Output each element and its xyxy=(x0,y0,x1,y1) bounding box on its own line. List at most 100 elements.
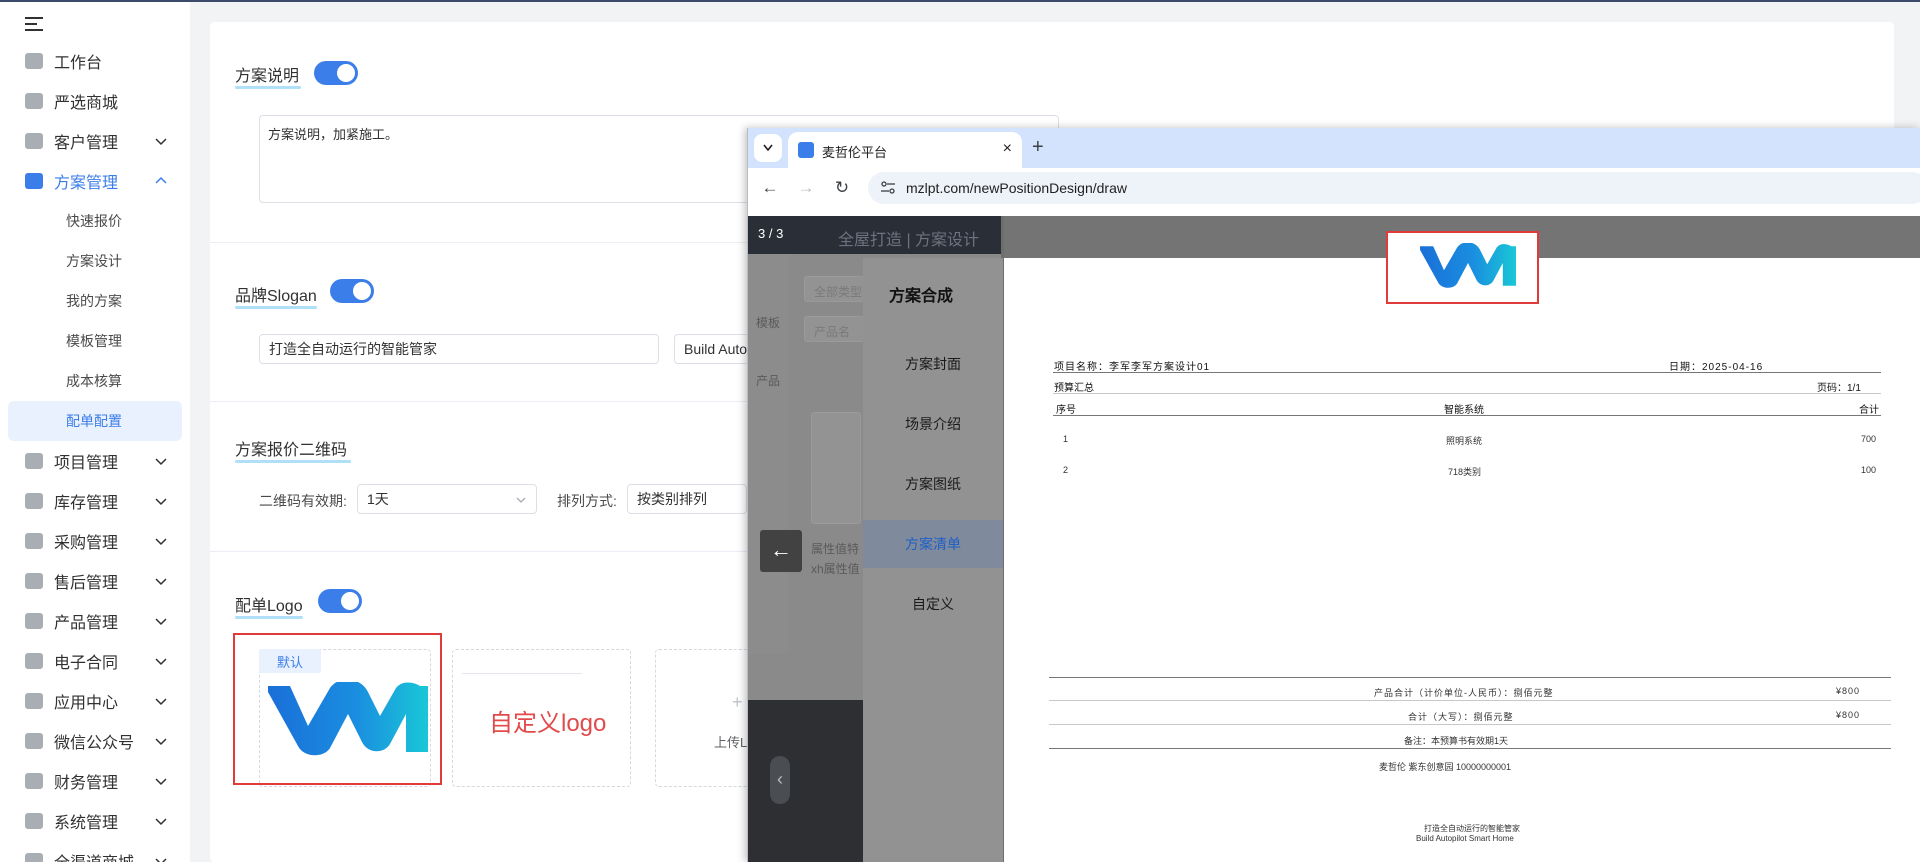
panel-item-list[interactable]: 方案清单 xyxy=(863,520,1003,568)
footer-slogan-en: Build Autopilot Smart Home xyxy=(1416,834,1514,843)
tab-strip: 麦哲伦平台 × + xyxy=(748,128,1920,168)
sidebar-item-mall[interactable]: 严选商城 xyxy=(8,81,182,121)
document-date: 日期：2025-04-16 xyxy=(1669,362,1764,373)
reload-icon[interactable]: ↻ xyxy=(832,178,852,198)
nav-template-label[interactable]: 模板 xyxy=(756,314,780,331)
sidebar-item-label: 电子合同 xyxy=(54,655,119,672)
sidebar-item-label: 售后管理 xyxy=(54,575,119,592)
sidebar-item-workbench[interactable]: 工作台 xyxy=(8,41,182,81)
user-icon xyxy=(25,733,43,749)
brand-logo-icon xyxy=(1420,243,1516,288)
qr-validity-select[interactable]: 1天 xyxy=(357,484,537,514)
slogan-toggle[interactable] xyxy=(330,279,374,303)
ghost-type-text: 全部类型 xyxy=(814,285,863,299)
sidebar-item-label: 微信公众号 xyxy=(54,735,135,752)
sidebar-subitem-order-config[interactable]: 配单配置 xyxy=(8,401,182,441)
chevron-down-icon xyxy=(155,578,167,586)
sidebar-item-contracts[interactable]: 电子合同 xyxy=(8,641,182,681)
card-divider xyxy=(462,673,582,674)
mall-icon xyxy=(25,93,43,109)
document-logo-highlight xyxy=(1386,231,1539,304)
close-icon[interactable]: × xyxy=(1003,140,1012,158)
inventory-icon xyxy=(25,493,43,509)
qr-validity-label: 二维码有效期: xyxy=(259,493,347,509)
sidebar-item-after-sales[interactable]: 售后管理 xyxy=(8,561,182,601)
arrow-left-icon[interactable]: ← xyxy=(760,530,802,572)
section-title-plan-desc: 方案说明 xyxy=(235,62,301,89)
chevron-up-icon xyxy=(155,176,167,184)
sidebar-subitem-my-plans[interactable]: 我的方案 xyxy=(8,281,182,321)
tab-search-button[interactable] xyxy=(754,134,782,162)
row-system: 照明系统 xyxy=(1446,436,1483,446)
page-count: 3 / 3 xyxy=(758,226,784,241)
panel-item-scenes[interactable]: 场景介绍 xyxy=(863,400,1003,448)
sidebar-subitem-cost[interactable]: 成本核算 xyxy=(8,361,182,401)
product-icon xyxy=(25,613,43,629)
col-system: 智能系统 xyxy=(1444,405,1484,416)
sidebar-item-finance[interactable]: 财务管理 xyxy=(8,761,182,801)
product-total-value: ¥800 xyxy=(1836,686,1861,696)
upload-logo-card[interactable] xyxy=(655,649,755,787)
back-icon[interactable]: ← xyxy=(760,178,780,198)
sidebar-item-inventory[interactable]: 库存管理 xyxy=(8,481,182,521)
sidebar-item-label: 工作台 xyxy=(54,55,103,72)
sidebar-item-customers[interactable]: 客户管理 xyxy=(8,121,182,161)
upload-text: 上传L xyxy=(714,735,748,750)
logo-toggle[interactable] xyxy=(318,589,362,613)
section-title-slogan: 品牌Slogan xyxy=(235,282,317,309)
sidebar-item-projects[interactable]: 项目管理 xyxy=(8,441,182,481)
sidebar-subitem-label: 模板管理 xyxy=(66,333,122,349)
panel-item-custom[interactable]: 自定义 xyxy=(863,580,1003,628)
site-info-icon xyxy=(881,181,895,194)
contact: 麦哲伦 紫东创意园 10000000001 xyxy=(1379,762,1512,772)
sidebar-item-omnichannel[interactable]: 全渠道商城 xyxy=(8,841,182,862)
row-no: 1 xyxy=(1063,434,1069,444)
doc-rule xyxy=(1049,748,1891,749)
chevron-down-icon xyxy=(155,498,167,506)
sidebar-subitem-plan-design[interactable]: 方案设计 xyxy=(8,241,182,281)
sidebar-item-wechat[interactable]: 微信公众号 xyxy=(8,721,182,761)
plus-icon: + xyxy=(732,692,743,712)
sidebar-subitem-quick-quote[interactable]: 快速报价 xyxy=(8,201,182,241)
slogan-input[interactable]: 打造全自动运行的智能管家 xyxy=(259,334,659,364)
chevron-left-icon[interactable]: ‹ xyxy=(770,756,790,804)
browser-tab[interactable]: 麦哲伦平台 × xyxy=(788,132,1022,168)
menu-collapse-icon[interactable] xyxy=(25,16,45,32)
section-title-text: 品牌Slogan xyxy=(235,288,317,305)
doc-rule xyxy=(1049,700,1891,701)
sidebar-item-plans[interactable]: 方案管理 xyxy=(8,161,182,201)
plan-desc-toggle[interactable] xyxy=(314,61,358,85)
address-bar[interactable]: mzlpt.com/newPositionDesign/draw xyxy=(868,172,1920,204)
sort-select[interactable]: 按类别排列 xyxy=(627,484,747,514)
panel-item-drawings[interactable]: 方案图纸 xyxy=(863,460,1003,508)
row-total: 700 xyxy=(1861,434,1877,444)
slogan-en-input[interactable]: Build Auto xyxy=(674,334,754,364)
doc-rule xyxy=(1049,724,1891,725)
sidebar-subitem-templates[interactable]: 模板管理 xyxy=(8,321,182,361)
footer-slogan-cn: 打造全自动运行的智能管家 xyxy=(1424,824,1520,833)
sidebar-item-system[interactable]: 系统管理 xyxy=(8,801,182,841)
chevron-down-icon xyxy=(155,618,167,626)
ghost-name-text: 产品名 xyxy=(814,325,851,339)
panel-item-cover[interactable]: 方案封面 xyxy=(863,340,1003,388)
page-label: 页码：1/1 xyxy=(1817,383,1861,394)
panel-title: 方案合成 xyxy=(889,288,954,305)
sidebar-item-purchasing[interactable]: 采购管理 xyxy=(8,521,182,561)
plan-icon xyxy=(25,173,43,189)
nav-product-label[interactable]: 产品 xyxy=(756,372,780,389)
sidebar-item-products[interactable]: 产品管理 xyxy=(8,601,182,641)
cart-icon xyxy=(25,533,43,549)
contract-icon xyxy=(25,653,43,669)
favicon-icon xyxy=(798,142,814,158)
app-header-title: 全屋打造 | 方案设计 xyxy=(838,232,980,249)
section-title-logo: 配单Logo xyxy=(235,592,303,619)
section-title-qrcode: 方案报价二维码 xyxy=(235,436,351,463)
chevron-down-icon xyxy=(155,858,167,862)
row-system: 718类别 xyxy=(1448,467,1482,477)
chevron-down-icon xyxy=(155,658,167,666)
forward-icon[interactable]: → xyxy=(796,178,816,198)
chevron-down-icon xyxy=(155,458,167,466)
new-tab-button[interactable]: + xyxy=(1032,136,1044,159)
sidebar-item-apps[interactable]: 应用中心 xyxy=(8,681,182,721)
sidebar-item-label: 方案管理 xyxy=(54,175,119,192)
